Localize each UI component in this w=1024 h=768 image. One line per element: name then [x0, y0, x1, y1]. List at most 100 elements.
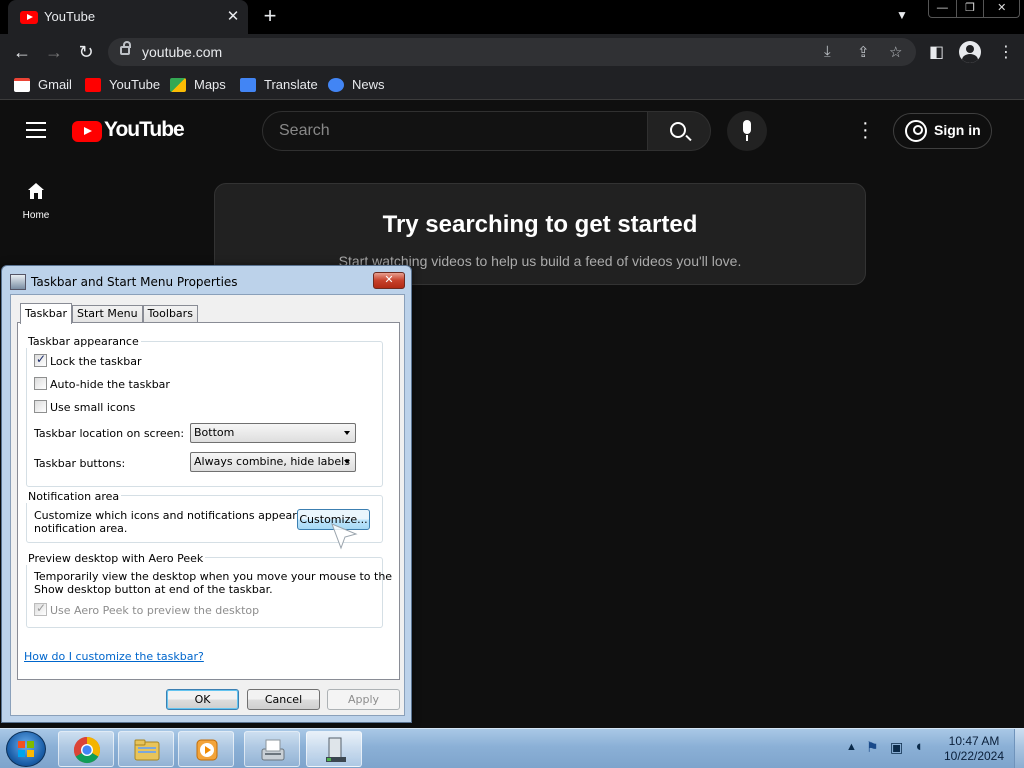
- notification-text: Customize which icons and notifications …: [34, 509, 332, 522]
- reload-button[interactable]: ↻: [74, 40, 98, 64]
- youtube-logo-text[interactable]: YouTube: [104, 118, 185, 142]
- taskbar-media-player[interactable]: [178, 731, 234, 767]
- start-button[interactable]: [6, 731, 46, 767]
- news-icon: [328, 77, 344, 92]
- small-icons-checkbox[interactable]: [34, 400, 47, 413]
- sign-in-label: Sign in: [934, 122, 981, 138]
- address-bar[interactable]: youtube.com ⤓ ⇪ ☆: [108, 38, 916, 66]
- explorer-icon: [134, 739, 160, 761]
- action-center-flag-icon[interactable]: ⚑: [866, 739, 879, 756]
- forward-button[interactable]: →: [42, 40, 66, 64]
- bookmark-label: YouTube: [109, 77, 161, 92]
- tab-search-chevron-icon[interactable]: ▼: [896, 8, 908, 22]
- chrome-menu-icon[interactable]: ⋮: [998, 42, 1014, 62]
- show-hidden-icons-icon[interactable]: ▲: [846, 741, 857, 753]
- taskbar-location-dropdown[interactable]: Bottom: [190, 423, 356, 443]
- gmail-icon: [14, 77, 30, 92]
- auto-hide-checkbox[interactable]: [34, 377, 47, 390]
- taskbar-fax[interactable]: [244, 731, 300, 767]
- close-window-button[interactable]: ✕: [984, 0, 1019, 17]
- bookmark-label: Maps: [194, 77, 226, 92]
- home-icon[interactable]: [27, 182, 45, 200]
- back-button[interactable]: ←: [10, 40, 34, 64]
- ok-button[interactable]: OK: [166, 689, 239, 710]
- aero-peek-checkbox[interactable]: [34, 601, 47, 616]
- browser-tab-youtube[interactable]: YouTube ✕: [8, 0, 248, 34]
- tab-start-menu[interactable]: Start Menu: [72, 305, 143, 323]
- bookmark-news[interactable]: News: [328, 77, 385, 92]
- settings-more-icon[interactable]: · · ·: [862, 113, 869, 147]
- help-link[interactable]: How do I customize the taskbar?: [24, 650, 204, 663]
- youtube-favicon-icon: [20, 11, 38, 24]
- dropdown-arrow-icon: [344, 431, 350, 435]
- lock-icon[interactable]: [120, 41, 131, 55]
- bookmark-label: Gmail: [38, 77, 72, 92]
- notification-area-label: Notification area: [26, 490, 122, 503]
- cancel-button[interactable]: Cancel: [247, 689, 320, 710]
- auto-hide-label[interactable]: Auto-hide the taskbar: [50, 378, 170, 391]
- apply-button[interactable]: Apply: [327, 689, 400, 710]
- buttons-value: Always combine, hide labels: [194, 455, 350, 468]
- search-placeholder: Search: [279, 122, 330, 139]
- dialog-title: Taskbar and Start Menu Properties: [31, 275, 238, 289]
- small-icons-label[interactable]: Use small icons: [50, 401, 135, 414]
- sidebar-item-home[interactable]: Home: [0, 210, 72, 221]
- media-player-icon: [196, 739, 218, 761]
- system-clock[interactable]: 10:47 AM 10/22/2024: [938, 734, 1010, 764]
- search-input[interactable]: Search: [262, 111, 648, 151]
- share-icon[interactable]: ⇪: [857, 43, 870, 61]
- youtube-logo-icon[interactable]: [72, 121, 102, 142]
- voice-search-mic-icon[interactable]: [727, 111, 767, 151]
- bookmark-maps[interactable]: Maps: [170, 77, 226, 92]
- aero-peek-checkbox-label[interactable]: Use Aero Peek to preview the desktop: [50, 604, 259, 617]
- bookmarks-bar: Gmail YouTube Maps Translate News: [0, 70, 1024, 100]
- dialog-tabs: Taskbar Start Menu Toolbars: [20, 303, 198, 324]
- dropdown-arrow-icon: [344, 460, 350, 464]
- location-label: Taskbar location on screen:: [34, 427, 185, 440]
- taskbar-properties-window[interactable]: [306, 731, 362, 767]
- bookmark-label: Translate: [264, 77, 318, 92]
- dialog-close-button[interactable]: ✕: [373, 272, 405, 289]
- aero-peek-text: Temporarily view the desktop when you mo…: [34, 570, 393, 583]
- side-panel-icon[interactable]: ◧: [929, 42, 944, 62]
- search-button[interactable]: [647, 111, 711, 151]
- taskbar-buttons-dropdown[interactable]: Always combine, hide labels: [190, 452, 356, 472]
- tab-toolbars[interactable]: Toolbars: [142, 305, 198, 323]
- new-tab-button[interactable]: +: [258, 3, 282, 29]
- clock-time: 10:47 AM: [948, 734, 1000, 748]
- mouse-pointer-icon: [331, 523, 358, 550]
- bookmark-youtube[interactable]: YouTube: [85, 77, 160, 92]
- empty-feed-title: Try searching to get started: [382, 211, 698, 238]
- tab-title: YouTube: [44, 9, 96, 24]
- taskbar-properties-icon: [326, 737, 346, 762]
- chrome-icon: [73, 736, 101, 764]
- taskbar-tab-panel: Taskbar appearance Lock the taskbar Auto…: [17, 322, 400, 680]
- profile-avatar[interactable]: [959, 41, 981, 63]
- bookmark-gmail[interactable]: Gmail: [14, 77, 72, 92]
- close-tab-icon[interactable]: ✕: [224, 7, 242, 25]
- taskbar-chrome[interactable]: [58, 731, 114, 767]
- search-icon: [670, 122, 686, 138]
- sign-in-button[interactable]: Sign in: [893, 113, 992, 149]
- taskbar-appearance-label: Taskbar appearance: [26, 335, 141, 348]
- fax-icon: [261, 739, 285, 761]
- show-desktop-button[interactable]: [1014, 729, 1024, 768]
- tab-taskbar[interactable]: Taskbar: [20, 303, 72, 324]
- lock-taskbar-label[interactable]: Lock the taskbar: [50, 355, 142, 368]
- minimize-button[interactable]: —: [929, 0, 957, 17]
- windows-logo-icon: [18, 741, 35, 757]
- taskbar-properties-icon: [10, 274, 26, 290]
- lock-taskbar-checkbox[interactable]: [34, 352, 47, 367]
- clock-date: 10/22/2024: [943, 749, 1005, 763]
- aero-peek-label: Preview desktop with Aero Peek: [26, 552, 206, 565]
- bookmark-star-icon[interactable]: ☆: [889, 43, 902, 61]
- window-controls: — ❐ ✕: [928, 0, 1020, 18]
- restore-button[interactable]: ❐: [957, 0, 985, 17]
- url-text[interactable]: youtube.com: [142, 44, 222, 60]
- volume-icon[interactable]: ◖: [914, 738, 923, 755]
- taskbar-explorer[interactable]: [118, 731, 174, 767]
- network-icon[interactable]: ▣: [890, 739, 903, 756]
- hamburger-menu-icon[interactable]: [26, 122, 46, 143]
- bookmark-translate[interactable]: Translate: [240, 77, 318, 92]
- install-app-icon[interactable]: ⤓: [824, 43, 831, 60]
